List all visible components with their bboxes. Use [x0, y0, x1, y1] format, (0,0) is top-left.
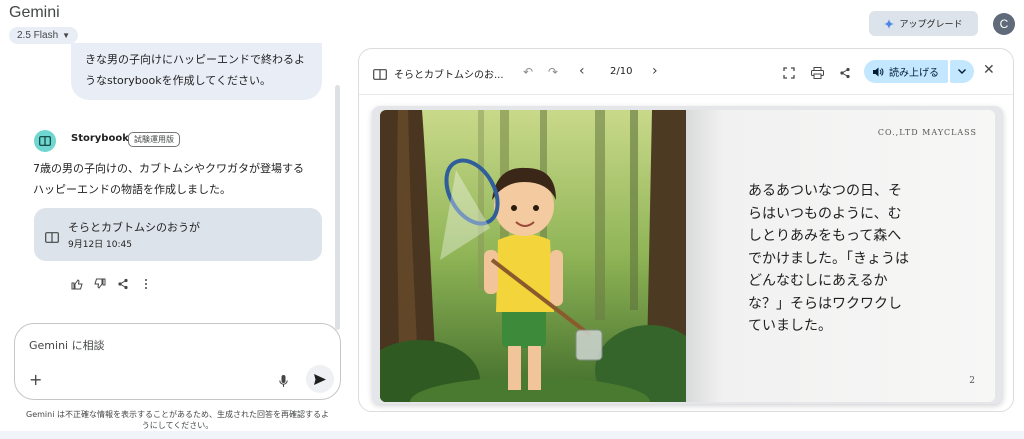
model-label: 2.5 Flash [17, 30, 59, 41]
story-line: らはいつものように、む [748, 205, 902, 222]
fullscreen-icon[interactable] [783, 64, 795, 83]
prompt-composer[interactable]: Gemini に相談 + [14, 323, 341, 400]
upgrade-button[interactable]: アップグレード [869, 11, 978, 36]
bot-reply-line: ハッピーエンドの物語を作成しました。 [33, 183, 231, 196]
add-icon[interactable]: + [29, 370, 42, 389]
chevron-down-icon [958, 69, 966, 74]
microphone-icon[interactable] [279, 372, 288, 391]
thumbs-up-icon[interactable] [70, 277, 84, 291]
sparkle-icon [884, 18, 895, 29]
share-icon[interactable] [839, 64, 851, 83]
brand-title: Gemini [9, 4, 60, 21]
send-button[interactable] [306, 365, 334, 393]
disclaimer-line: うにしてください。 [141, 421, 214, 430]
bottom-strip [0, 431, 1024, 439]
story-text: あるあついなつの日、そ らはいつものように、む しとりあみをもって森へ でかけま… [748, 180, 940, 338]
story-line: ていました。 [748, 318, 832, 334]
print-icon[interactable] [811, 64, 824, 83]
bot-name: Storybook [71, 133, 129, 144]
book-icon [45, 228, 59, 247]
storybook-panel: そらとカブトムシのお... ↶ ↷ ‹ 2/10 › 読み上げる ✕ CO.,L… [358, 48, 1014, 412]
bot-reply-line: 7歳の男の子向けの、カブトムシやクワガタが登場する [33, 162, 304, 175]
story-line: しとりあみをもって森へ [748, 228, 902, 244]
storybook-card[interactable]: そらとカブトムシのおうが 9月12日 10:45 [34, 208, 322, 261]
story-text-page: CO.,LTD MAYCLASS あるあついなつの日、そ らはいつものように、む… [686, 110, 995, 402]
card-title: そらとカブトムシのおうが [68, 221, 200, 234]
storybook-title: そらとカブトムシのお... [394, 70, 504, 81]
publisher-label: CO.,LTD MAYCLASS [877, 128, 977, 137]
book-icon [373, 65, 387, 84]
prompt-input[interactable]: Gemini に相談 [29, 337, 105, 353]
thumbs-down-icon[interactable] [93, 277, 107, 291]
redo-icon[interactable]: ↷ [548, 65, 558, 79]
avatar[interactable]: C [993, 13, 1015, 35]
page-number: 2 [969, 376, 975, 386]
more-icon[interactable] [139, 277, 153, 291]
next-page-icon[interactable]: › [652, 63, 658, 79]
user-message-line: きな男の子向けにハッピーエンドで終わるよ [85, 53, 305, 66]
story-line: でかけました。「きょうは [748, 250, 909, 267]
card-date: 9月12日 10:45 [68, 240, 132, 250]
caret-down-icon: ▼ [62, 31, 71, 40]
disclaimer-line: Gemini は不正確な情報を表示することがあるため、生成された回答を再確認する… [26, 410, 329, 419]
storybook-toolbar: そらとカブトムシのお... ↶ ↷ ‹ 2/10 › 読み上げる ✕ [359, 49, 1013, 95]
read-aloud-options-button[interactable] [950, 60, 974, 83]
read-aloud-button[interactable]: 読み上げる [864, 60, 948, 83]
gemini-app: Gemini 2.5 Flash ▼ アップグレード C きな男の子向けにハッピ… [0, 0, 1024, 439]
bot-reply: 7歳の男の子向けの、カブトムシやクワガタが登場する ハッピーエンドの物語を作成し… [33, 158, 333, 200]
disclaimer: Gemini は不正確な情報を表示することがあるため、生成された回答を再確認する… [14, 409, 341, 431]
experimental-badge: 試験運用版 [128, 132, 180, 147]
story-line: どんなむしにあえるか [748, 273, 888, 289]
response-actions [70, 277, 153, 291]
speaker-icon [873, 67, 884, 76]
undo-icon[interactable]: ↶ [523, 65, 533, 79]
share-icon[interactable] [116, 277, 130, 291]
model-selector[interactable]: 2.5 Flash ▼ [9, 27, 79, 44]
user-message-line: うなstorybookを作成してください。 [85, 74, 271, 87]
storybook-logo-icon [34, 130, 56, 152]
story-line: な？」そらはワクワクし [748, 295, 902, 312]
previous-page-icon[interactable]: ‹ [579, 63, 585, 79]
read-aloud-label: 読み上げる [889, 68, 939, 79]
story-illustration [380, 110, 686, 402]
storybook-spread: CO.,LTD MAYCLASS あるあついなつの日、そ らはいつものように、む… [372, 106, 1003, 404]
story-line: あるあついなつの日、そ [748, 183, 902, 199]
page-indicator: 2/10 [610, 66, 633, 77]
send-icon [314, 373, 326, 385]
chat-scrollbar[interactable] [335, 85, 340, 330]
upgrade-label: アップグレード [899, 20, 963, 30]
user-message: きな男の子向けにハッピーエンドで終わるよ うなstorybookを作成してくださ… [71, 43, 322, 100]
close-icon[interactable]: ✕ [983, 62, 995, 78]
